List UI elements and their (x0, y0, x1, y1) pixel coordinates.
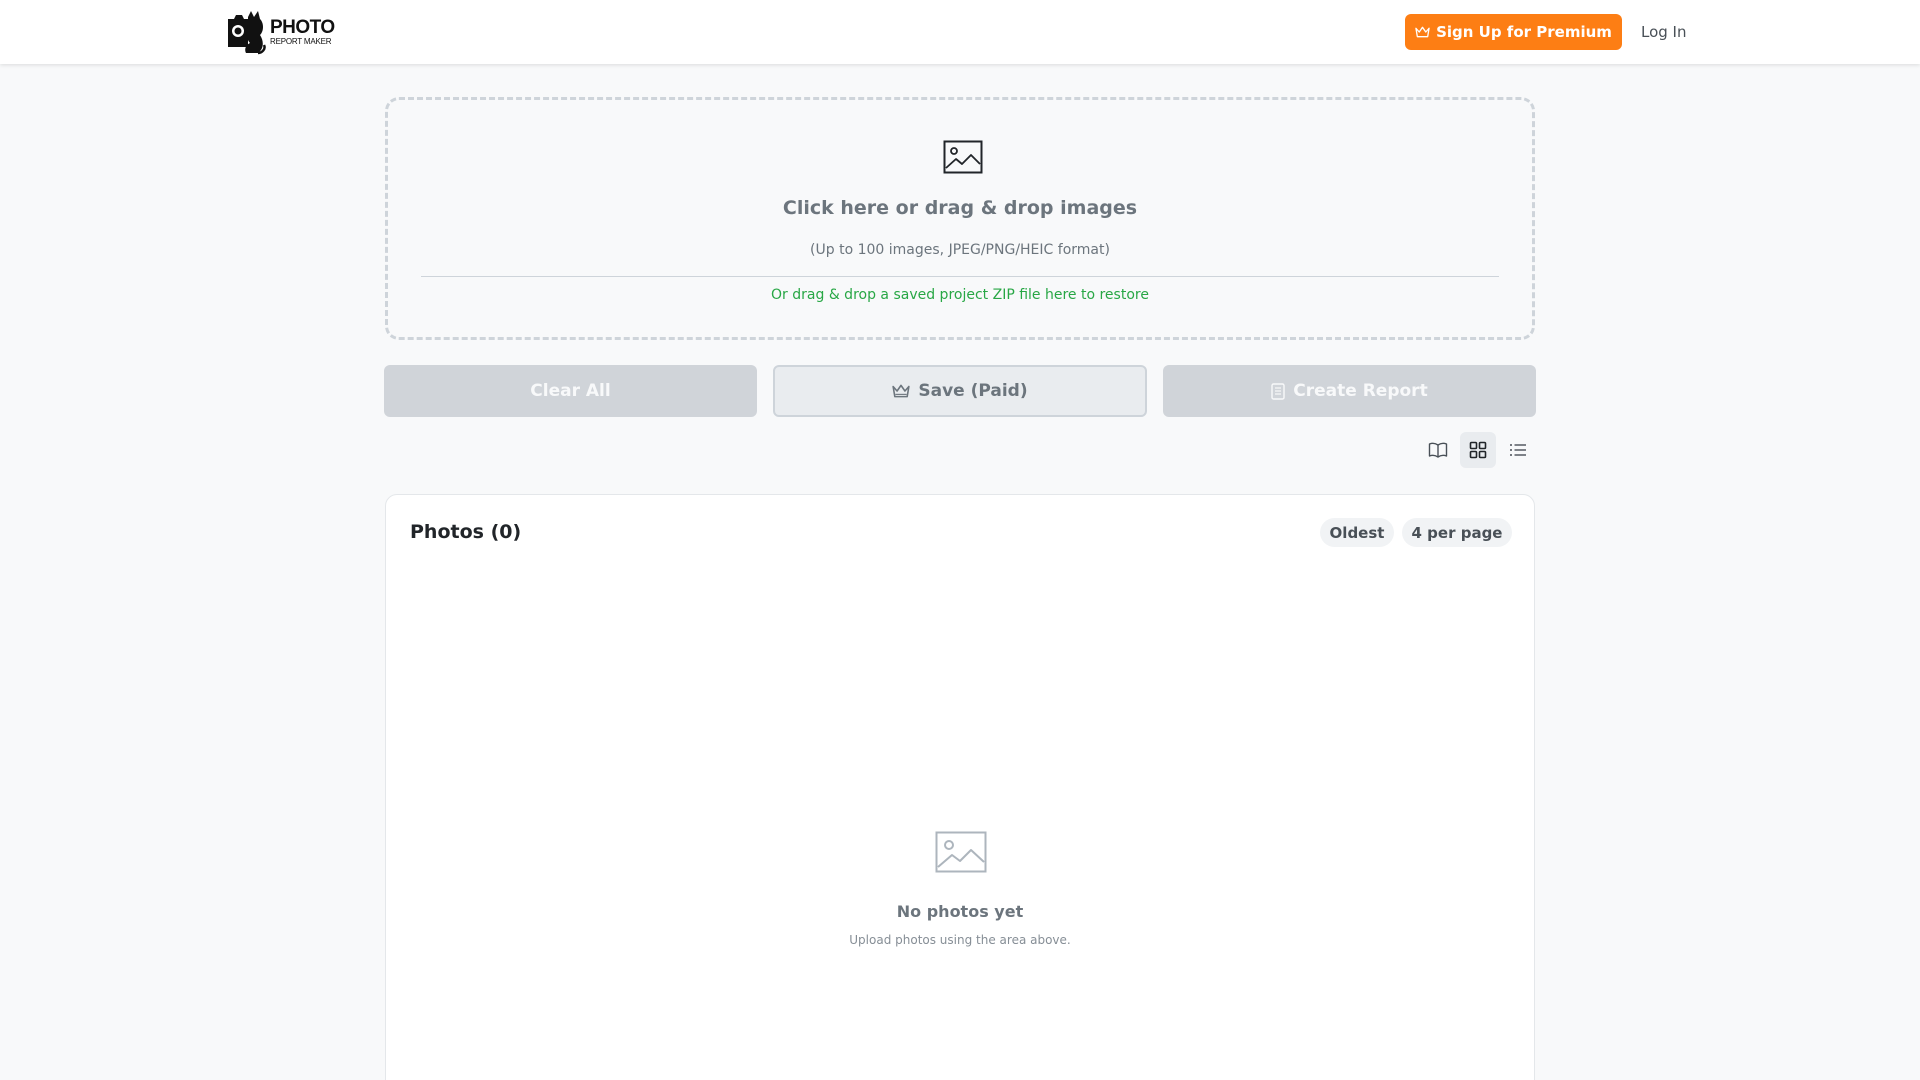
create-report-button[interactable]: Create Report (1163, 365, 1536, 417)
grid-icon (1469, 441, 1487, 459)
dropzone-divider (421, 276, 1499, 277)
logo-primary: PHOTO (270, 17, 335, 38)
list-icon (1510, 444, 1526, 456)
zip-restore-hint: Or drag & drop a saved project ZIP file … (771, 287, 1149, 303)
app-header: PHOTO REPORT MAKER Sign Up for Premium L… (0, 0, 1920, 64)
login-link[interactable]: Log In (1641, 20, 1687, 44)
clear-all-button[interactable]: Clear All (384, 365, 757, 417)
document-icon (1271, 382, 1285, 400)
image-placeholder-icon (935, 831, 987, 873)
premium-button-label: Sign Up for Premium (1436, 23, 1612, 41)
empty-state-title: No photos yet (896, 902, 1024, 921)
view-list-toggle[interactable] (1500, 432, 1536, 468)
save-paid-button[interactable]: Save (Paid) (773, 365, 1147, 417)
empty-state-subtitle: Upload photos using the area above. (849, 933, 1071, 947)
crown-icon (1415, 26, 1430, 38)
crown-icon (892, 384, 911, 398)
cat-camera-logo-icon (228, 11, 266, 55)
photos-panel: Photos (0) Oldest 4 per page No photos y… (385, 494, 1535, 1080)
view-grid-toggle[interactable] (1460, 432, 1496, 468)
book-icon (1428, 442, 1448, 458)
clear-all-label: Clear All (530, 381, 611, 401)
dropzone-subtitle: (Up to 100 images, JPEG/PNG/HEIC format) (810, 242, 1110, 258)
logo[interactable]: PHOTO REPORT MAKER (222, 8, 335, 56)
dropzone-title: Click here or drag & drop images (782, 197, 1138, 219)
image-dropzone[interactable]: Click here or drag & drop images (Up to … (385, 97, 1535, 340)
photos-title: Photos (0) (410, 521, 522, 543)
view-book-toggle[interactable] (1420, 432, 1456, 468)
image-icon (943, 140, 983, 174)
logo-text: PHOTO REPORT MAKER (270, 18, 335, 46)
save-paid-label: Save (Paid) (918, 381, 1028, 401)
per-page-button[interactable]: 4 per page (1402, 518, 1512, 547)
sort-order-button[interactable]: Oldest (1320, 518, 1394, 547)
create-report-label: Create Report (1293, 381, 1428, 401)
logo-secondary: REPORT MAKER (270, 37, 332, 46)
sign-up-premium-button[interactable]: Sign Up for Premium (1405, 14, 1622, 50)
